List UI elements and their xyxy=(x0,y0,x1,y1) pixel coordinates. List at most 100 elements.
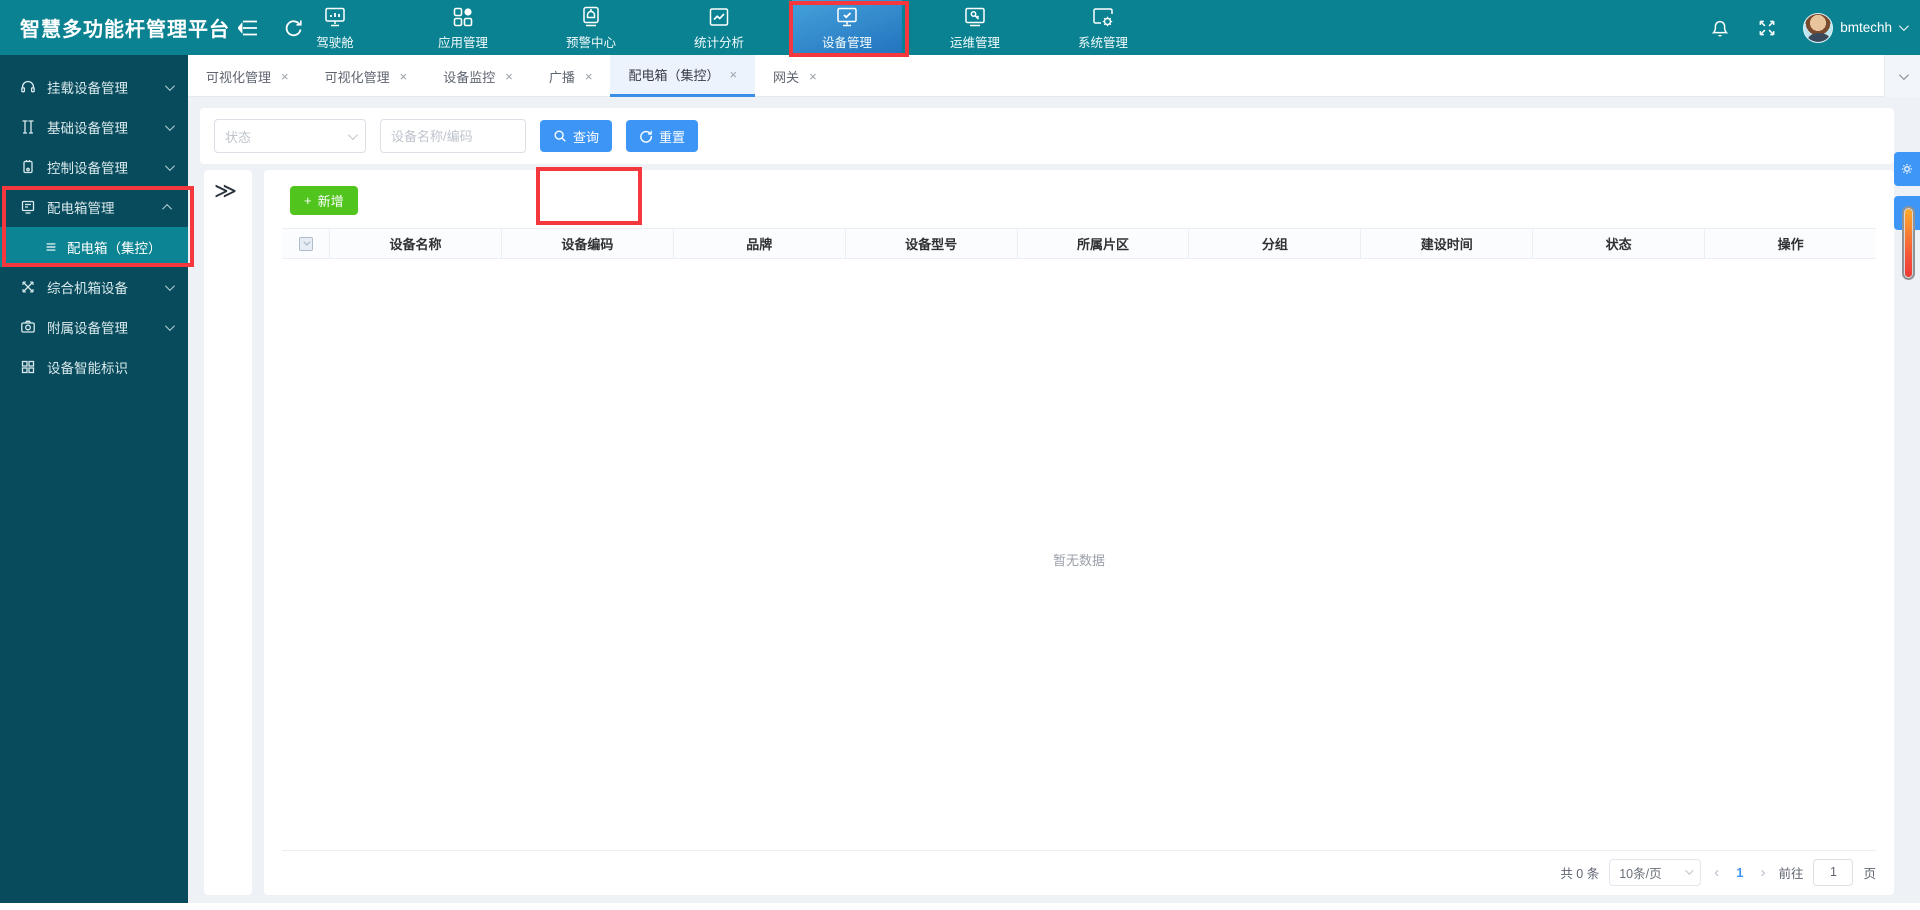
chevron-down-icon xyxy=(165,121,175,131)
dashboard-monitor-icon xyxy=(323,5,347,29)
nav-item-device-mgmt[interactable]: 设备管理 xyxy=(792,0,902,55)
app-title: 智慧多功能杆管理平台 xyxy=(20,0,230,55)
sidebar-item-power-box-mgmt[interactable]: 配电箱管理 xyxy=(0,187,188,227)
select-all-checkbox[interactable] xyxy=(299,237,313,251)
status-select[interactable]: 状态 xyxy=(214,119,366,153)
plus-icon: + xyxy=(304,193,312,208)
page-bottom-strip xyxy=(0,903,1920,910)
current-page[interactable]: 1 xyxy=(1732,865,1747,880)
chevron-down-icon xyxy=(1685,866,1693,874)
next-page-button[interactable]: › xyxy=(1757,864,1768,881)
status-select-placeholder: 状态 xyxy=(225,127,251,146)
tab-visualization-1[interactable]: 可视化管理× xyxy=(188,55,307,97)
page-unit: 页 xyxy=(1863,863,1876,882)
nav-item-apps[interactable]: 应用管理 xyxy=(408,0,518,55)
pagination: 共 0 条 10条/页 ‹ 1 › 前往 页 xyxy=(1560,857,1876,887)
ops-tool-icon xyxy=(963,5,987,29)
notification-bell-icon[interactable] xyxy=(1709,17,1731,39)
nav-item-statistics[interactable]: 统计分析 xyxy=(664,0,774,55)
page-size-select[interactable]: 10条/页 xyxy=(1609,859,1701,886)
search-icon xyxy=(553,129,567,143)
column-header-build-time[interactable]: 建设时间 xyxy=(1361,229,1533,258)
search-input[interactable] xyxy=(380,119,526,153)
close-icon[interactable]: × xyxy=(729,67,737,82)
column-header-actions[interactable]: 操作 xyxy=(1705,229,1876,258)
tab-broadcast[interactable]: 广播× xyxy=(531,55,611,97)
chevron-down-icon xyxy=(165,81,175,91)
goto-page-input[interactable] xyxy=(1813,859,1853,886)
chevron-down-icon xyxy=(165,281,175,291)
close-icon[interactable]: × xyxy=(809,69,817,84)
refresh-icon xyxy=(639,129,653,143)
sidebar-item-control-devices[interactable]: 控制设备管理 xyxy=(0,147,188,187)
tab-overflow-button[interactable] xyxy=(1884,55,1920,97)
chevron-down-icon xyxy=(348,130,358,140)
sidebar-subitem-power-box-central[interactable]: 配电箱（集控） xyxy=(0,227,188,267)
total-count: 共 0 条 xyxy=(1560,863,1599,882)
close-icon[interactable]: × xyxy=(281,69,289,84)
sidebar-item-smart-id[interactable]: 设备智能标识 xyxy=(0,347,188,387)
chevron-down-icon xyxy=(1899,21,1909,31)
tab-device-monitor[interactable]: 设备监控× xyxy=(425,55,531,97)
list-icon xyxy=(44,240,58,254)
nav-item-cockpit[interactable]: 驾驶舱 xyxy=(280,0,390,55)
cross-arrows-icon xyxy=(20,279,36,295)
expand-panel-icon[interactable]: ≫ xyxy=(214,178,237,204)
sidebar-item-cabinet-devices[interactable]: 综合机箱设备 xyxy=(0,267,188,307)
query-button[interactable]: 查询 xyxy=(540,120,612,152)
power-box-icon xyxy=(20,199,36,215)
column-header-area[interactable]: 所属片区 xyxy=(1018,229,1190,258)
close-icon[interactable]: × xyxy=(505,69,513,84)
close-icon[interactable]: × xyxy=(400,69,408,84)
chevron-down-icon xyxy=(165,161,175,171)
nav-item-system-mgmt[interactable]: 系统管理 xyxy=(1048,0,1158,55)
nav-item-ops-mgmt[interactable]: 运维管理 xyxy=(920,0,1030,55)
column-header-group[interactable]: 分组 xyxy=(1189,229,1361,258)
nav-item-alert-center[interactable]: 预警中心 xyxy=(536,0,646,55)
column-header-model[interactable]: 设备型号 xyxy=(846,229,1018,258)
top-navbar: 智慧多功能杆管理平台 驾驶舱 应用管理 预警中心 xyxy=(0,0,1920,55)
scrollbar-indicator[interactable] xyxy=(1902,206,1915,280)
table-header: 设备名称 设备编码 品牌 设备型号 所属片区 分组 建设时间 状态 操作 xyxy=(282,228,1876,259)
column-header-device-code[interactable]: 设备编码 xyxy=(502,229,674,258)
chevron-down-icon xyxy=(1899,70,1909,80)
column-header-status[interactable]: 状态 xyxy=(1533,229,1705,258)
gear-icon xyxy=(1899,161,1915,177)
tab-visualization-2[interactable]: 可视化管理× xyxy=(307,55,426,97)
system-gear-icon xyxy=(1091,5,1115,29)
tab-bar: 可视化管理× 可视化管理× 设备监控× 广播× 配电箱（集控）× 网关× xyxy=(188,55,1920,97)
main-nav: 驾驶舱 应用管理 预警中心 统计分析 设备管理 xyxy=(280,0,1176,55)
app-grid-icon xyxy=(451,5,475,29)
sidebar-item-mounted-devices[interactable]: 挂载设备管理 xyxy=(0,67,188,107)
column-header-brand[interactable]: 品牌 xyxy=(674,229,846,258)
footer-divider xyxy=(282,850,1876,851)
table-panel: + 新增 设备名称 设备编码 品牌 设备型号 所属片区 分组 建设时间 状态 操… xyxy=(264,170,1894,895)
controller-icon xyxy=(20,159,36,175)
tree-collapse-panel: ≫ xyxy=(204,170,252,895)
reset-button[interactable]: 重置 xyxy=(626,120,698,152)
prev-page-button[interactable]: ‹ xyxy=(1711,864,1722,881)
close-icon[interactable]: × xyxy=(585,69,593,84)
chevron-down-icon xyxy=(165,321,175,331)
empty-data-text: 暂无数据 xyxy=(264,550,1894,569)
tab-gateway[interactable]: 网关× xyxy=(755,55,835,97)
content-area: 状态 查询 重置 ≫ + 新增 设备名称 设备编码 品牌 xyxy=(188,97,1920,903)
username: bmtechh xyxy=(1840,20,1892,35)
device-monitor-check-icon xyxy=(835,5,859,29)
camera-icon xyxy=(20,319,36,335)
sidebar-item-attached-devices[interactable]: 附属设备管理 xyxy=(0,307,188,347)
menu-fold-icon[interactable] xyxy=(238,0,258,55)
filter-panel: 状态 查询 重置 xyxy=(200,108,1894,164)
stats-chart-icon xyxy=(707,5,731,29)
fullscreen-icon[interactable] xyxy=(1757,18,1777,38)
avatar xyxy=(1803,13,1833,43)
headset-icon xyxy=(20,79,36,95)
sidebar-item-basic-devices[interactable]: 基础设备管理 xyxy=(0,107,188,147)
goto-label: 前往 xyxy=(1778,863,1803,882)
settings-float-button[interactable] xyxy=(1894,152,1920,186)
pole-icon xyxy=(20,119,36,135)
add-button[interactable]: + 新增 xyxy=(290,186,358,215)
user-menu[interactable]: bmtechh xyxy=(1803,13,1906,43)
tab-power-box-central[interactable]: 配电箱（集控）× xyxy=(610,55,755,97)
column-header-device-name[interactable]: 设备名称 xyxy=(330,229,502,258)
